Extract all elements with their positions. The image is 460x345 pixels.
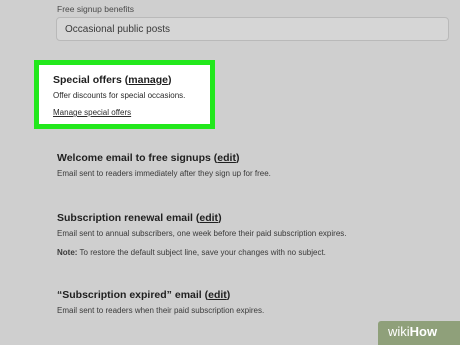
manage-special-offers-link[interactable]: Manage special offers [53, 108, 131, 117]
renewal-email-edit-link[interactable]: edit [199, 212, 218, 224]
welcome-email-title-text: Welcome email to free signups [57, 152, 211, 164]
special-offers-title: Special offers (manage) [53, 74, 172, 86]
note-text: To restore the default subject line, sav… [79, 248, 326, 257]
expired-email-description: Email sent to readers when their paid su… [57, 306, 265, 315]
renewal-email-note: Note: To restore the default subject lin… [57, 248, 326, 257]
welcome-email-edit-link[interactable]: edit [217, 152, 236, 164]
special-offers-description: Offer discounts for special occasions. [53, 91, 186, 100]
signup-benefits-input[interactable]: Occasional public posts [56, 17, 449, 41]
watermark-wiki: wiki [388, 324, 410, 339]
watermark-how: How [409, 324, 438, 339]
expired-email-title-text: “Subscription expired” email [57, 289, 202, 301]
welcome-email-title: Welcome email to free signups (edit) [57, 152, 240, 164]
expired-email-title: “Subscription expired” email (edit) [57, 289, 231, 301]
renewal-email-title: Subscription renewal email (edit) [57, 212, 222, 224]
note-label: Note: [57, 248, 78, 257]
welcome-email-description: Email sent to readers immediately after … [57, 169, 271, 178]
manage-link[interactable]: manage [128, 74, 168, 86]
renewal-email-description: Email sent to annual subscribers, one we… [57, 229, 347, 238]
renewal-email-title-text: Subscription renewal email [57, 212, 193, 224]
special-offers-title-text: Special offers [53, 74, 122, 86]
signup-benefits-label: Free signup benefits [57, 4, 135, 14]
wikihow-watermark: wikiHow [378, 321, 460, 345]
expired-email-edit-link[interactable]: edit [208, 289, 227, 301]
